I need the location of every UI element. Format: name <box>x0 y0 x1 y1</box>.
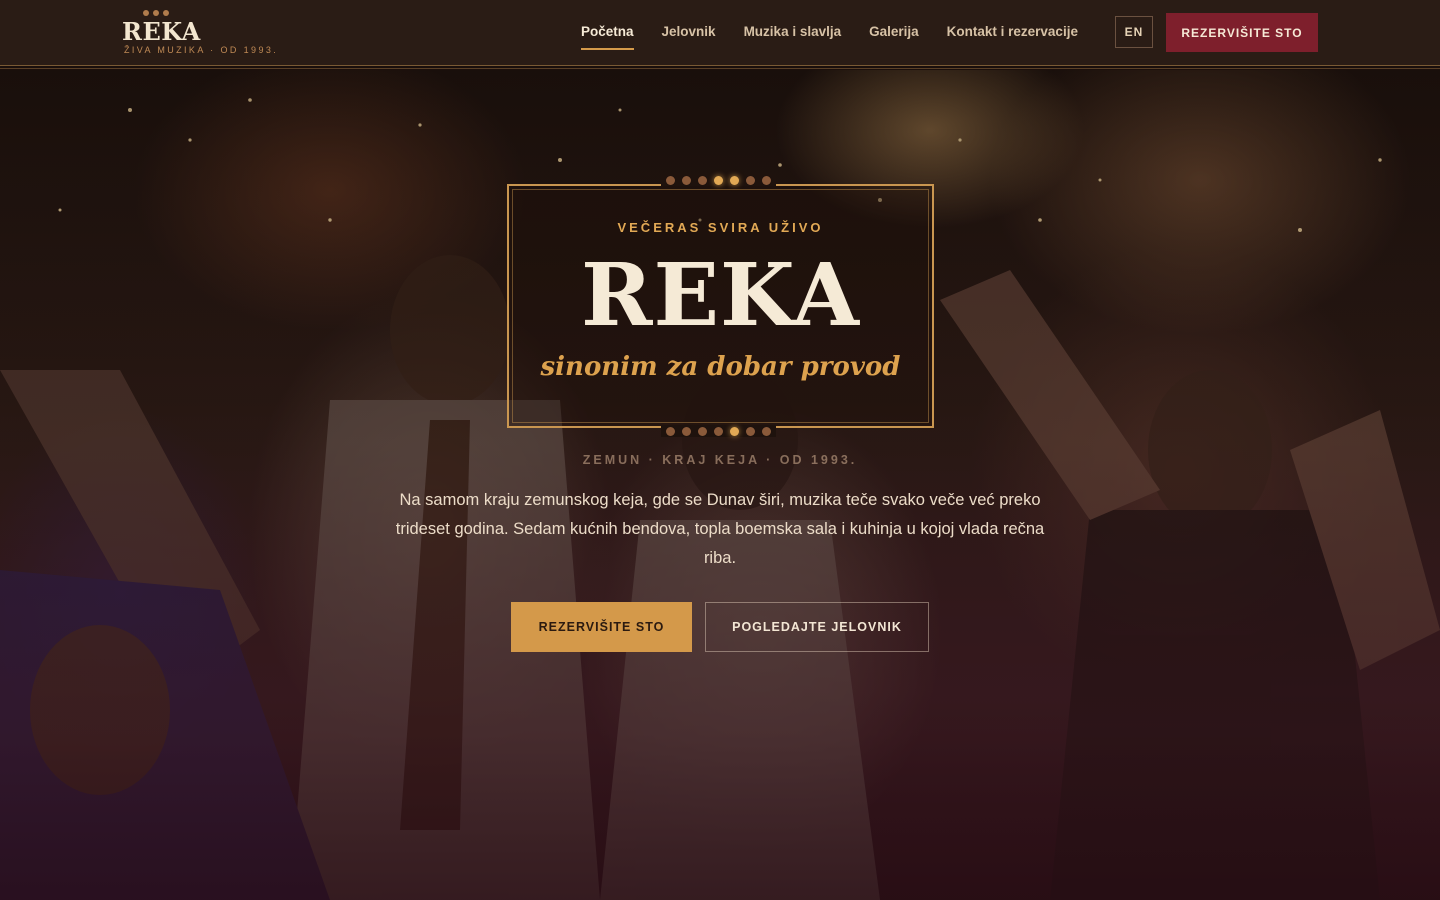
logo-tagline: ŽIVA MUZIKA · OD 1993. <box>124 45 279 55</box>
hero-title: REKA <box>580 245 860 346</box>
nav-item-jelovnik[interactable]: Jelovnik <box>648 0 730 66</box>
nav-item-galerija[interactable]: Galerija <box>855 0 933 66</box>
nav-item-kontakt[interactable]: Kontakt i rezervacije <box>933 0 1092 66</box>
nav-item-pocetna[interactable]: Početna <box>567 0 648 66</box>
hero-tagline: sinonim za dobar provod <box>540 352 901 382</box>
hero-description: Na samom kraju zemunskog keja, gde se Du… <box>395 491 1045 567</box>
logo[interactable]: REKA ŽIVA MUZIKA · OD 1993. <box>122 8 292 58</box>
language-switch-button[interactable]: EN <box>1115 16 1153 48</box>
nav-item-muzika[interactable]: Muzika i slavlja <box>730 0 856 66</box>
logo-dots-icon <box>143 10 169 16</box>
view-menu-button[interactable]: POGLEDAJTE JELOVNIK <box>705 602 929 652</box>
hero-eyebrow: VEČERAS SVIRA UŽIVO <box>617 220 824 235</box>
logo-wordmark: REKA <box>122 17 201 46</box>
marquee-lights-icon <box>661 174 776 186</box>
reserve-table-button[interactable]: REZERVIŠITE STO <box>511 602 692 652</box>
hero-meta: ZEMUN · KRAJ KEJA · OD 1993. <box>582 453 858 467</box>
site-header: REKA ŽIVA MUZIKA · OD 1993. Početna Jelo… <box>0 0 1440 69</box>
main-nav: Početna Jelovnik Muzika i slavlja Galeri… <box>567 0 1092 66</box>
marquee-lights-icon <box>661 425 776 437</box>
header-reserve-button[interactable]: REZERVIŠITE STO <box>1166 13 1318 52</box>
